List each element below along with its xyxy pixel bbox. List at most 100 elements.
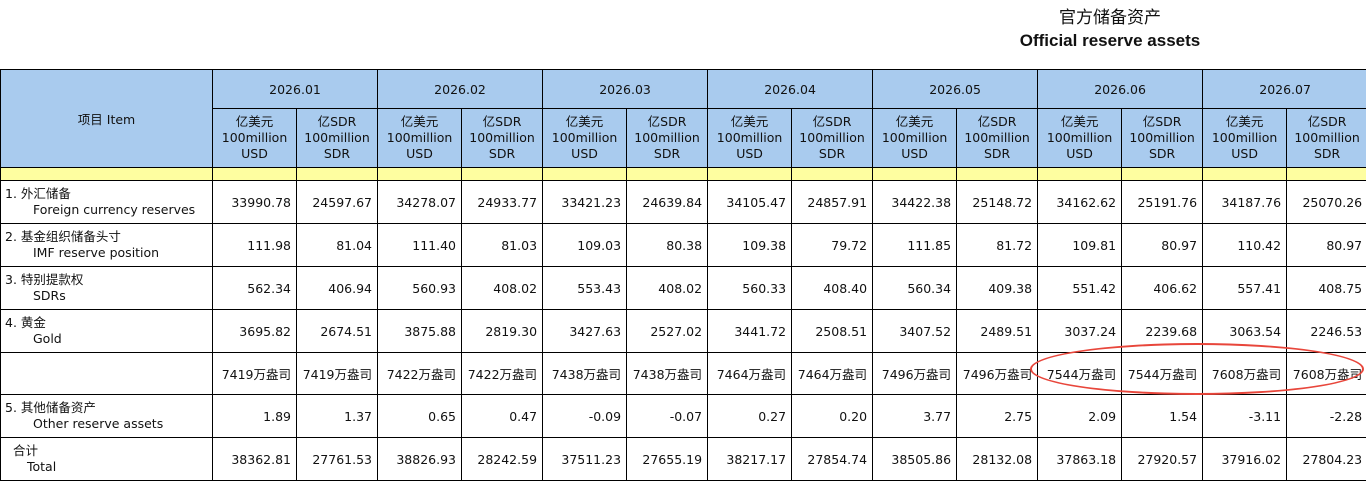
separator-cell — [1038, 168, 1122, 181]
unit-text: 亿SDR — [302, 114, 372, 130]
value-cell: 409.38 — [957, 267, 1038, 310]
value-cell: 109.38 — [708, 224, 792, 267]
unit-text: USD — [878, 146, 951, 162]
unit-header-usd: 亿美元100millionUSD — [1203, 109, 1287, 168]
unit-header-sdr: 亿SDR100millionSDR — [627, 109, 708, 168]
unit-header-sdr: 亿SDR100millionSDR — [462, 109, 543, 168]
unit-text: 亿SDR — [962, 114, 1032, 130]
value-cell: 33421.23 — [543, 181, 627, 224]
value-cell: 2819.30 — [462, 310, 543, 353]
value-cell: 7608万盎司 — [1203, 353, 1287, 395]
unit-text: 100million — [548, 130, 621, 146]
value-cell: 7608万盎司 — [1287, 353, 1366, 395]
month-header: 2026.04 — [708, 70, 873, 109]
separator-cell — [543, 168, 627, 181]
value-cell: 7419万盎司 — [297, 353, 378, 395]
unit-text: 100million — [632, 130, 702, 146]
row-label-cn: 4. 黄金 — [5, 315, 207, 331]
unit-text: 100million — [1043, 130, 1116, 146]
value-cell: 7422万盎司 — [378, 353, 462, 395]
unit-text: 100million — [797, 130, 867, 146]
unit-text: 亿美元 — [218, 114, 291, 130]
row-label: 1. 外汇储备Foreign currency reserves — [1, 181, 213, 224]
value-cell: 3695.82 — [213, 310, 297, 353]
unit-header-sdr: 亿SDR100millionSDR — [1122, 109, 1203, 168]
unit-text: 亿SDR — [1292, 114, 1362, 130]
separator-cell — [1287, 168, 1366, 181]
unit-text: USD — [218, 146, 291, 162]
value-cell: 7496万盎司 — [957, 353, 1038, 395]
item-column-header: 项目 Item — [1, 70, 213, 168]
value-cell: 3427.63 — [543, 310, 627, 353]
unit-text: 亿SDR — [1127, 114, 1197, 130]
table-row-total: 合计Total38362.8127761.5338826.9328242.593… — [1, 438, 1366, 481]
value-cell: 2239.68 — [1122, 310, 1203, 353]
value-cell: 2.09 — [1038, 395, 1122, 438]
unit-text: SDR — [302, 146, 372, 162]
value-cell: 7438万盎司 — [543, 353, 627, 395]
row-label — [1, 353, 213, 395]
value-cell: 2.75 — [957, 395, 1038, 438]
value-cell: 33990.78 — [213, 181, 297, 224]
unit-text: SDR — [467, 146, 537, 162]
value-cell: 0.27 — [708, 395, 792, 438]
value-cell: 80.97 — [1122, 224, 1203, 267]
value-cell: 34187.76 — [1203, 181, 1287, 224]
unit-header-usd: 亿美元100millionUSD — [378, 109, 462, 168]
separator-cell — [627, 168, 708, 181]
value-cell: -3.11 — [1203, 395, 1287, 438]
value-cell: 79.72 — [792, 224, 873, 267]
value-cell: 25191.76 — [1122, 181, 1203, 224]
unit-text: 亿美元 — [878, 114, 951, 130]
value-cell: 24857.91 — [792, 181, 873, 224]
value-cell: 109.03 — [543, 224, 627, 267]
unit-header-usd: 亿美元100millionUSD — [543, 109, 627, 168]
value-cell: 109.81 — [1038, 224, 1122, 267]
row-label-cn: 合计 — [5, 443, 207, 459]
unit-text: SDR — [962, 146, 1032, 162]
month-header-row: 项目 Item 2026.012026.022026.032026.042026… — [1, 70, 1366, 109]
value-cell: 34105.47 — [708, 181, 792, 224]
value-cell: 408.02 — [462, 267, 543, 310]
unit-text: USD — [383, 146, 456, 162]
unit-text: SDR — [632, 146, 702, 162]
unit-text: 亿美元 — [1208, 114, 1281, 130]
value-cell: 34422.38 — [873, 181, 957, 224]
unit-text: 亿SDR — [632, 114, 702, 130]
separator-cell — [213, 168, 297, 181]
header-separator — [1, 168, 1366, 181]
value-cell: 0.20 — [792, 395, 873, 438]
unit-text: 100million — [1127, 130, 1197, 146]
unit-header-sdr: 亿SDR100millionSDR — [792, 109, 873, 168]
separator-cell — [873, 168, 957, 181]
row-label-cn: 5. 其他储备资产 — [5, 400, 207, 416]
value-cell: 28132.08 — [957, 438, 1038, 481]
value-cell: -0.07 — [627, 395, 708, 438]
month-header: 2026.02 — [378, 70, 543, 109]
value-cell: 0.47 — [462, 395, 543, 438]
value-cell: 2489.51 — [957, 310, 1038, 353]
separator-cell — [1203, 168, 1287, 181]
unit-header-sdr: 亿SDR100millionSDR — [1287, 109, 1366, 168]
value-cell: 7419万盎司 — [213, 353, 297, 395]
value-cell: 551.42 — [1038, 267, 1122, 310]
value-cell: 408.02 — [627, 267, 708, 310]
value-cell: 25148.72 — [957, 181, 1038, 224]
value-cell: 1.37 — [297, 395, 378, 438]
value-cell: 553.43 — [543, 267, 627, 310]
row-label-en: Foreign currency reserves — [5, 202, 207, 218]
value-cell: 24639.84 — [627, 181, 708, 224]
value-cell: 28242.59 — [462, 438, 543, 481]
value-cell: 3441.72 — [708, 310, 792, 353]
unit-text: 亿SDR — [797, 114, 867, 130]
value-cell: 562.34 — [213, 267, 297, 310]
unit-text: 亿SDR — [467, 114, 537, 130]
table-row-sdr: 3. 特别提款权SDRs562.34406.94560.93408.02553.… — [1, 267, 1366, 310]
value-cell: 3063.54 — [1203, 310, 1287, 353]
unit-text: SDR — [797, 146, 867, 162]
table-row-imf: 2. 基金组织储备头寸IMF reserve position111.9881.… — [1, 224, 1366, 267]
table-row-fx: 1. 外汇储备Foreign currency reserves33990.78… — [1, 181, 1366, 224]
separator-cell — [378, 168, 462, 181]
row-label: 2. 基金组织储备头寸IMF reserve position — [1, 224, 213, 267]
value-cell: 557.41 — [1203, 267, 1287, 310]
